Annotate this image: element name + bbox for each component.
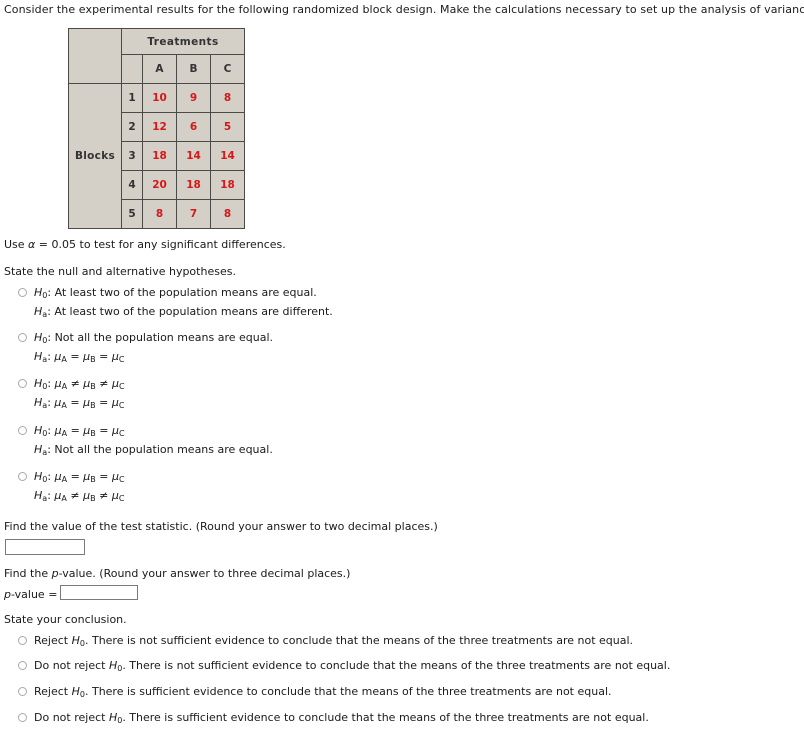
radio-icon[interactable] <box>18 333 27 342</box>
hypothesis-option-5[interactable]: H0: μA = μB = μC <box>18 470 125 486</box>
p-value-prompt: Find the p-value. (Round your answer to … <box>4 567 351 580</box>
cell-b2-c: 5 <box>210 112 245 142</box>
cell-b5-c: 8 <box>210 199 245 229</box>
table-header-row-groups: Treatments <box>68 28 245 84</box>
test-statistic-prompt: Find the value of the test statistic. (R… <box>4 520 438 533</box>
conclusion-option-3[interactable]: Reject H0. There is sufficient evidence … <box>18 685 612 701</box>
conclusion-option-4[interactable]: Do not reject H0. There is sufficient ev… <box>18 711 649 727</box>
hypothesis-option-5-alt: Ha: μA ≠ μB ≠ μC <box>34 489 125 504</box>
hypothesis-option-4-null: H0: μA = μB = μC <box>34 424 125 439</box>
radio-icon[interactable] <box>18 426 27 435</box>
blocks-row-label: Blocks <box>68 83 122 229</box>
cell-b4-a: 20 <box>142 170 177 200</box>
radio-icon[interactable] <box>18 288 27 297</box>
alpha-instruction: Use α = 0.05 to test for any significant… <box>4 238 286 251</box>
block-label-2: 2 <box>121 112 143 142</box>
p-value-input[interactable] <box>60 585 138 600</box>
alpha-suffix: = 0.05 to test for any significant diffe… <box>35 238 286 251</box>
radio-icon[interactable] <box>18 636 27 645</box>
hypothesis-option-2-null: H0: Not all the population means are equ… <box>34 331 273 346</box>
block-label-5: 5 <box>121 199 143 229</box>
hypothesis-option-1-alt: Ha: At least two of the population means… <box>34 305 333 320</box>
p-value-label: p-value = <box>4 588 58 601</box>
conclusion-option-3-text: Reject H0. There is sufficient evidence … <box>34 685 612 700</box>
test-statistic-input[interactable] <box>5 539 85 555</box>
block-label-3: 3 <box>121 141 143 171</box>
conclusion-option-4-text: Do not reject H0. There is sufficient ev… <box>34 711 649 726</box>
alpha-prefix: Use <box>4 238 29 251</box>
radio-icon[interactable] <box>18 687 27 696</box>
cell-b3-a: 18 <box>142 141 177 171</box>
randomized-block-design-table: Treatments A B C Blocks 1 10 9 8 2 12 6 … <box>68 28 245 229</box>
radio-icon[interactable] <box>18 713 27 722</box>
column-header-b: B <box>176 54 211 84</box>
block-label-1: 1 <box>121 83 143 113</box>
hypothesis-option-4-alt: Ha: Not all the population means are equ… <box>34 443 273 458</box>
hypothesis-option-1[interactable]: H0: At least two of the population means… <box>18 286 317 302</box>
cell-b3-c: 14 <box>210 141 245 171</box>
table-corner-cell <box>68 28 122 84</box>
treatments-group-header: Treatments <box>121 28 245 55</box>
cell-b2-a: 12 <box>142 112 177 142</box>
hypothesis-option-3[interactable]: H0: μA ≠ μB ≠ μC <box>18 377 125 393</box>
conclusion-option-1-text: Reject H0. There is not sufficient evide… <box>34 634 634 649</box>
hypotheses-prompt: State the null and alternative hypothese… <box>4 265 236 278</box>
block-label-4: 4 <box>121 170 143 200</box>
cell-b1-b: 9 <box>176 83 211 113</box>
cell-b1-c: 8 <box>210 83 245 113</box>
radio-icon[interactable] <box>18 379 27 388</box>
radio-icon[interactable] <box>18 661 27 670</box>
radio-icon[interactable] <box>18 472 27 481</box>
question-page: Consider the experimental results for th… <box>0 0 804 731</box>
hypothesis-option-2-alt: Ha: μA = μB = μC <box>34 350 125 365</box>
cell-b4-b: 18 <box>176 170 211 200</box>
cell-b5-b: 7 <box>176 199 211 229</box>
conclusion-prompt: State your conclusion. <box>4 613 127 626</box>
cell-b5-a: 8 <box>142 199 177 229</box>
hypothesis-option-1-null: H0: At least two of the population means… <box>34 286 317 301</box>
hypothesis-option-3-null: H0: μA ≠ μB ≠ μC <box>34 377 125 392</box>
column-header-c: C <box>210 54 245 84</box>
blocknum-header-spacer <box>121 54 143 84</box>
table-row: Blocks 1 10 9 8 <box>68 83 245 229</box>
conclusion-option-1[interactable]: Reject H0. There is not sufficient evide… <box>18 634 633 650</box>
column-header-a: A <box>142 54 177 84</box>
conclusion-option-2-text: Do not reject H0. There is not sufficien… <box>34 659 671 674</box>
conclusion-option-2[interactable]: Do not reject H0. There is not sufficien… <box>18 659 670 675</box>
hypothesis-option-5-null: H0: μA = μB = μC <box>34 470 125 485</box>
cell-b2-b: 6 <box>176 112 211 142</box>
hypothesis-option-2[interactable]: H0: Not all the population means are equ… <box>18 331 273 347</box>
hypothesis-option-4[interactable]: H0: μA = μB = μC <box>18 424 125 440</box>
cell-b1-a: 10 <box>142 83 177 113</box>
hypothesis-option-3-alt: Ha: μA = μB = μC <box>34 396 125 411</box>
question-intro: Consider the experimental results for th… <box>4 3 804 16</box>
cell-b3-b: 14 <box>176 141 211 171</box>
cell-b4-c: 18 <box>210 170 245 200</box>
